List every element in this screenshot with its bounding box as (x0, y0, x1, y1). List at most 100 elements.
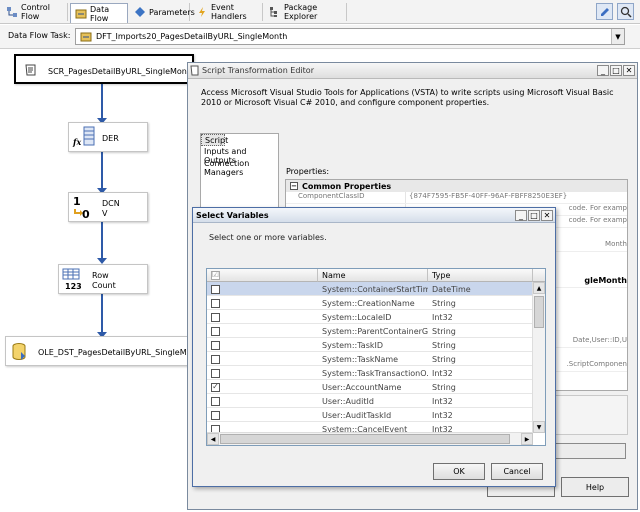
tab-control-flow[interactable]: Control Flow (2, 3, 68, 21)
nav-item-script[interactable]: Script (201, 134, 228, 146)
scroll-thumb[interactable] (220, 434, 510, 444)
table-row[interactable]: System::TaskTransactionO... Int32 (207, 366, 532, 380)
data-flow-task-select[interactable]: DFT_Imports20_PagesDetailByURL_SingleMon… (75, 28, 625, 45)
close-button[interactable]: ✕ (541, 210, 553, 221)
variable-name: User::AuditId (322, 396, 374, 406)
event-handlers-icon (196, 6, 208, 18)
dialog-title-bar[interactable]: Select Variables (193, 208, 555, 223)
close-button[interactable]: ✕ (623, 65, 635, 76)
horizontal-scrollbar[interactable]: ◀ ▶ (207, 432, 533, 445)
scroll-right-icon[interactable]: ▶ (521, 433, 533, 445)
scroll-thumb[interactable] (534, 296, 544, 328)
zoom-icon[interactable] (617, 3, 634, 20)
database-icon (11, 342, 27, 364)
row-checkbox[interactable] (211, 284, 220, 294)
vertical-scrollbar[interactable]: ▲ ▼ (532, 282, 545, 433)
tab-package-explorer[interactable]: Package Explorer (265, 3, 347, 21)
scroll-left-icon[interactable]: ◀ (207, 433, 219, 445)
scroll-up-icon[interactable]: ▲ (533, 282, 545, 294)
table-row[interactable]: System::ParentContainerGU... String (207, 324, 532, 338)
maximize-button[interactable]: □ (610, 65, 622, 76)
node-derived-column[interactable]: fx DER (68, 122, 148, 152)
node-label: DCN (102, 199, 120, 208)
dialog-title: Select Variables (196, 210, 269, 220)
data-flow-canvas[interactable]: SCR_PagesDetailByURL_SingleMonth fx DER … (0, 50, 205, 512)
variable-type: Int32 (432, 312, 453, 322)
category-label: Common Properties (302, 181, 392, 191)
collapse-icon[interactable]: − (290, 182, 298, 190)
row-checkbox[interactable] (211, 340, 220, 350)
column-header-filler (533, 269, 545, 282)
row-checkbox[interactable] (211, 396, 220, 406)
minimize-button[interactable]: _ (597, 65, 609, 76)
node-ole-db-destination[interactable]: OLE_DST_PagesDetailByURL_SingleMonth (5, 336, 205, 366)
column-header-type[interactable]: Type (428, 269, 533, 282)
variable-type: Int32 (432, 396, 453, 406)
table-row[interactable]: System::ContainerStartTime DateTime (207, 282, 532, 296)
package-explorer-icon (269, 6, 281, 18)
tab-parameters[interactable]: Parameters (130, 3, 195, 21)
row-checkbox[interactable] (211, 312, 220, 322)
property-row[interactable]: ComponentClassID {874F7595-FB5F-40FF-96AF… (286, 192, 627, 204)
path-connector[interactable] (101, 152, 103, 192)
row-checkbox-cell: ✓ (207, 380, 318, 394)
grid-icon (62, 268, 80, 282)
row-checkbox-cell (207, 296, 318, 310)
row-checkbox-cell (207, 394, 318, 408)
tab-label: Parameters (149, 7, 195, 17)
row-checkbox[interactable] (211, 354, 220, 364)
data-flow-icon (75, 8, 87, 20)
table-row[interactable]: System::CreationName String (207, 296, 532, 310)
window-title: Script Transformation Editor (202, 66, 314, 75)
nav-item-connection-managers[interactable]: Connection Managers (201, 158, 278, 177)
variable-type: String (432, 354, 456, 364)
cancel-button[interactable]: Cancel (491, 463, 543, 480)
table-row[interactable]: User::AuditTaskId Int32 (207, 408, 532, 422)
row-checkbox[interactable] (211, 298, 220, 308)
nav-item-inputs-outputs[interactable]: Inputs and Outputs (201, 146, 278, 165)
variable-name: System::CreationName (322, 298, 415, 308)
node-script-component[interactable]: SCR_PagesDetailByURL_SingleMonth (14, 54, 195, 84)
pen-icon[interactable] (596, 3, 613, 20)
chevron-down-icon[interactable]: ▼ (611, 29, 624, 44)
table-icon (83, 126, 95, 148)
ok-button[interactable]: OK (433, 463, 485, 480)
row-checkbox[interactable]: ✓ (211, 382, 220, 392)
tab-data-flow[interactable]: Data Flow (70, 3, 128, 23)
minimize-button[interactable]: _ (515, 210, 527, 221)
row-checkbox-cell (207, 352, 318, 366)
select-all-checkbox[interactable]: ☑ (211, 270, 220, 280)
row-checkbox-cell (207, 282, 318, 296)
node-row-count[interactable]: 123 Row Count (58, 264, 148, 294)
select-variables-dialog: Select Variables _ □ ✕ Select one or mor… (192, 207, 556, 487)
node-label: OLE_DST_PagesDetailByURL_SingleMonth (38, 348, 205, 357)
tab-event-handlers[interactable]: Event Handlers (192, 3, 263, 21)
row-checkbox-cell (207, 366, 318, 380)
select-all-header[interactable]: ☑ (207, 269, 318, 282)
row-checkbox-cell (207, 310, 318, 324)
property-category[interactable]: − Common Properties (286, 180, 627, 192)
scroll-down-icon[interactable]: ▼ (533, 421, 545, 433)
maximize-button[interactable]: □ (528, 210, 540, 221)
variable-type: String (432, 340, 456, 350)
variable-type: String (432, 298, 456, 308)
node-data-conversion[interactable]: 1 0 DCN V (68, 192, 148, 222)
table-row[interactable]: User::AuditId Int32 (207, 394, 532, 408)
row-checkbox[interactable] (211, 410, 220, 420)
row-checkbox[interactable] (211, 368, 220, 378)
table-row[interactable]: System::TaskID String (207, 338, 532, 352)
path-connector[interactable] (101, 294, 103, 334)
row-checkbox[interactable] (211, 326, 220, 336)
column-header-name[interactable]: Name (318, 269, 428, 282)
properties-label: Properties: (286, 167, 330, 176)
table-row[interactable]: System::LocaleID Int32 (207, 310, 532, 324)
variables-grid[interactable]: ☑ Name Type System::ContainerStartTime Da… (206, 268, 546, 446)
table-row[interactable]: System::TaskName String (207, 352, 532, 366)
window-title-bar[interactable]: Script Transformation Editor (188, 63, 637, 79)
help-button[interactable]: Help (561, 477, 629, 497)
path-connector[interactable] (101, 82, 103, 122)
path-connector[interactable] (101, 222, 103, 262)
variable-name: System::TaskID (322, 340, 384, 350)
table-row[interactable]: ✓ User::AccountName String (207, 380, 532, 394)
fx-icon: fx (73, 137, 82, 147)
